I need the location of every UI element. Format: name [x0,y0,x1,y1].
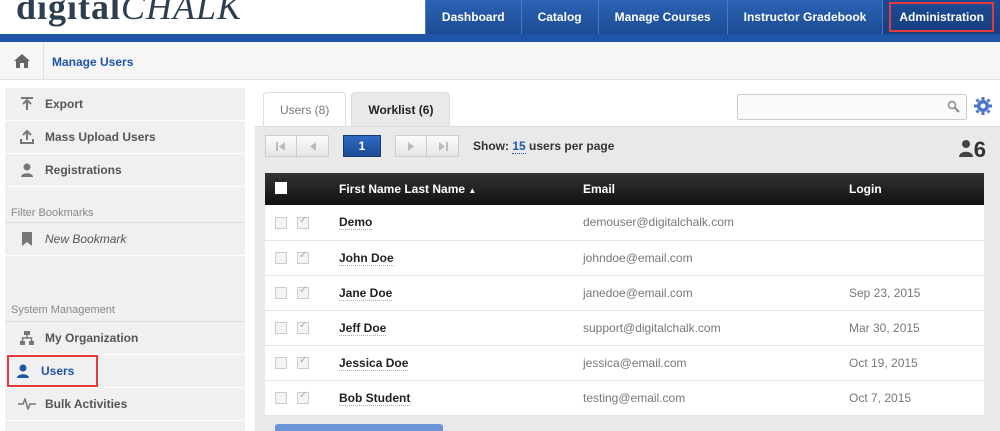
user-name-link[interactable]: Jane Doe [339,285,393,301]
user-name-link[interactable]: Demo [339,215,373,231]
bookmark-icon [17,229,37,249]
main-nav: Dashboard Catalog Manage Courses Instruc… [424,0,1000,34]
row-select-checkbox[interactable] [275,252,287,265]
user-login: Mar 30, 2015 [849,320,920,335]
users-table: First Name Last Name ▲ Email Login Demo … [265,173,984,416]
current-page-button[interactable]: 1 [343,135,381,157]
activity-icon [17,394,37,414]
page-title[interactable]: Manage Users [52,55,133,69]
table-row: Jessica Doe jessica@email.com Oct 19, 20… [265,345,984,380]
column-name[interactable]: First Name Last Name ▲ [339,173,583,205]
user-count-value: 6 [973,137,986,162]
table-row: Bob Student testing@email.com Oct 7, 201… [265,380,984,415]
sidebar-item-users[interactable]: Users [5,355,245,388]
header-divider [0,34,1000,42]
sidebar-item-mass-upload[interactable]: Mass Upload Users [5,121,245,154]
logo-text-left: digital [16,0,122,27]
export-icon [17,94,37,114]
table-header: First Name Last Name ▲ Email Login [265,173,984,205]
per-page-control: Show: 15 users per page [473,139,615,154]
tab-users[interactable]: Users (8) [263,92,347,126]
sidebar-item-registrations[interactable]: Registrations [5,154,245,187]
user-name-link[interactable]: John Doe [339,250,394,266]
sidebar-item-my-organization[interactable]: My Organization [5,322,245,355]
logo-text-right: CHALK [121,0,243,27]
search-box [737,94,967,120]
users-panel: 1 Show: 15 users per page 6 First Name L… [255,126,1000,431]
organization-icon [17,328,37,348]
registrations-icon [17,160,37,180]
top-header: digitalCHALK Dashboard Catalog Manage Co… [0,0,1000,34]
user-login: Sep 23, 2015 [849,285,921,300]
row-worklist-checkbox[interactable] [297,320,309,335]
user-login: Oct 19, 2015 [849,355,918,370]
user-email: demouser@digitalchalk.com [583,215,734,230]
sidebar-item-export[interactable]: Export [5,88,245,121]
user-name-link[interactable]: Jessica Doe [339,355,409,371]
user-email: janedoe@email.com [583,285,693,300]
table-row: John Doe johndoe@email.com [265,240,984,275]
home-icon[interactable] [0,42,44,80]
upload-icon [17,127,37,147]
sidebar-item-new-bookmark[interactable]: New Bookmark [5,223,245,256]
first-page-button[interactable] [265,135,297,157]
nav-manage-courses[interactable]: Manage Courses [597,0,727,34]
column-login[interactable]: Login [849,173,984,205]
row-select-checkbox[interactable] [275,392,287,405]
row-select-checkbox[interactable] [275,357,287,370]
sidebar: Export Mass Upload Users Registrations F… [5,88,245,431]
gear-icon[interactable] [974,97,992,118]
row-worklist-checkbox[interactable] [297,215,309,230]
person-icon [958,137,974,163]
user-login [849,240,984,275]
row-worklist-checkbox[interactable] [297,355,309,370]
user-email: johndoe@email.com [583,250,693,265]
nav-catalog[interactable]: Catalog [520,0,598,34]
logo: digitalCHALK [16,0,242,28]
pager: 1 Show: 15 users per page [265,135,614,157]
user-count: 6 [958,137,986,163]
column-email[interactable]: Email [583,173,849,205]
user-login: Oct 7, 2015 [849,390,912,405]
user-email: jessica@email.com [583,355,687,370]
sort-asc-icon: ▲ [468,186,477,195]
last-page-button[interactable] [427,135,459,157]
per-page-select[interactable]: 15 [512,139,526,154]
next-page-button[interactable] [395,135,427,157]
row-worklist-checkbox[interactable] [297,390,309,405]
user-email: testing@email.com [583,390,686,405]
table-row: Demo demouser@digitalchalk.com [265,205,984,240]
main-content: Users (8) Worklist (6) 1 Show: 15 users … [255,88,1000,431]
select-all-checkbox[interactable] [275,181,287,194]
table-row: Jeff Doe support@digitalchalk.com Mar 30… [265,310,984,345]
row-worklist-checkbox[interactable] [297,250,309,265]
search-input[interactable] [738,95,938,119]
sidebar-item-bulk-activities[interactable]: Bulk Activities [5,388,245,421]
tabs: Users (8) Worklist (6) [263,92,455,126]
row-select-checkbox[interactable] [275,322,287,335]
users-highlight: Users [7,355,99,387]
user-icon [13,361,33,381]
nav-administration[interactable]: Administration [882,0,1000,34]
filter-bookmarks-heading: Filter Bookmarks [5,187,245,223]
user-name-link[interactable]: Jeff Doe [339,320,387,336]
user-login [849,205,984,240]
table-row: Jane Doe janedoe@email.com Sep 23, 2015 [265,275,984,310]
row-worklist-checkbox[interactable] [297,285,309,300]
user-name-link[interactable]: Bob Student [339,390,411,406]
breadcrumb: Manage Users [0,42,1000,80]
user-email: support@digitalchalk.com [583,320,721,335]
row-select-checkbox[interactable] [275,287,287,300]
nav-instructor-gradebook[interactable]: Instructor Gradebook [726,0,883,34]
nav-dashboard[interactable]: Dashboard [424,0,521,34]
search-icon[interactable] [947,100,960,116]
action-button-partial[interactable] [275,424,443,431]
prev-page-button[interactable] [297,135,329,157]
tab-worklist[interactable]: Worklist (6) [351,92,451,126]
system-management-heading: System Management [5,256,245,322]
row-select-checkbox[interactable] [275,217,287,230]
